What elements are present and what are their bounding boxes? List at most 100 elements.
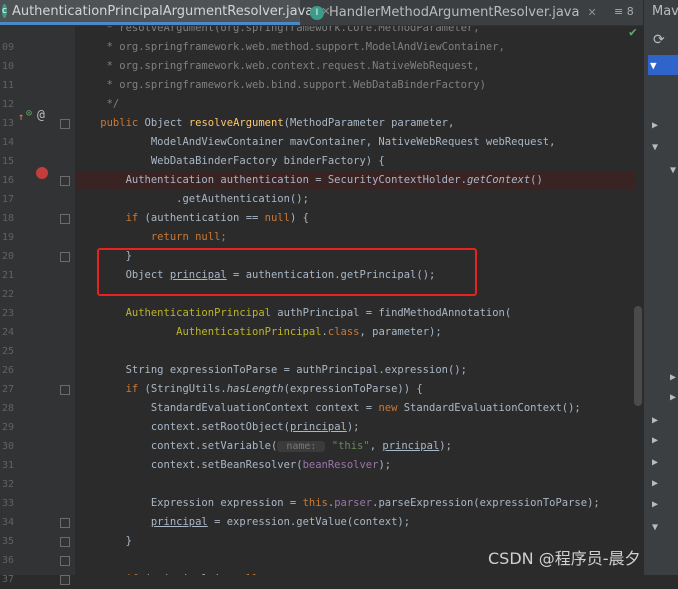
code-token: * org.springframework.web.bind.support.W… — [75, 79, 486, 91]
line-number: 32 — [1, 479, 14, 490]
code-token: AuthenticationPrincipal — [75, 307, 278, 319]
code-token: if — [75, 212, 145, 224]
code-line[interactable]: */ — [75, 95, 635, 114]
code-line[interactable]: public Object resolveArgument(MethodPara… — [75, 114, 635, 133]
code-line[interactable] — [75, 342, 635, 361]
code-token: beanResolver — [302, 459, 379, 471]
code-line[interactable]: String expressionToParse = authPrincipal… — [75, 361, 635, 380]
code-line[interactable]: AuthenticationPrincipal.class, parameter… — [75, 323, 635, 342]
code-token: WebDataBinderFactory binderFactory) { — [75, 155, 385, 167]
code-token: ; — [220, 231, 227, 243]
expand-arrow-icon[interactable]: ▼ — [652, 522, 658, 533]
maven-tool-window-label[interactable]: Mave — [652, 4, 678, 19]
code-line[interactable]: * org.springframework.web.method.support… — [75, 38, 635, 57]
collapse-arrow-icon[interactable]: ▶ — [652, 435, 658, 446]
collapse-arrow-icon[interactable]: ▶ — [652, 478, 658, 489]
code-line[interactable]: principal = expression.getValue(context)… — [75, 513, 635, 532]
fold-marker-icon[interactable] — [60, 385, 70, 395]
code-token: , parameter); — [359, 326, 442, 338]
line-number: 23 — [1, 308, 14, 319]
line-number: 19 — [1, 232, 14, 243]
collapse-arrow-icon[interactable]: ▶ — [652, 457, 658, 468]
collapse-arrow-icon[interactable]: ▶ — [652, 499, 658, 510]
code-token: return null — [75, 231, 221, 243]
override-marker-icon[interactable]: ↑ — [18, 112, 24, 123]
implements-marker-icon[interactable]: ⊙ — [26, 108, 32, 119]
line-number: 36 — [1, 555, 14, 566]
expand-arrow-icon[interactable]: ▼ — [650, 59, 657, 72]
expand-arrow-icon[interactable]: ▼ — [670, 165, 676, 176]
code-line[interactable]: WebDataBinderFactory binderFactory) { — [75, 152, 635, 171]
line-number: 30 — [1, 441, 14, 452]
code-line[interactable]: AuthenticationPrincipal authPrincipal = … — [75, 304, 635, 323]
vertical-scrollbar[interactable] — [634, 306, 642, 406]
code-line[interactable]: return null; — [75, 228, 635, 247]
editor-tab-bar: c AuthenticationPrincipalArgumentResolve… — [0, 0, 643, 26]
line-number: 26 — [1, 365, 14, 376]
expand-arrow-icon[interactable]: ▼ — [652, 142, 658, 153]
code-line[interactable]: ModelAndViewContainer mavContainer, Nati… — [75, 133, 635, 152]
collapse-arrow-icon[interactable]: ▶ — [652, 415, 658, 426]
tab-authentication-principal-argument-resolver[interactable]: c AuthenticationPrincipalArgumentResolve… — [0, 0, 331, 25]
tab-handler-method-argument-resolver[interactable]: I HandlerMethodArgumentResolver.java ✕ — [308, 0, 608, 25]
code-line[interactable]: context.setRootObject(principal); — [75, 418, 635, 437]
fold-marker-icon[interactable] — [60, 252, 70, 262]
collapse-arrow-icon[interactable]: ▶ — [652, 120, 658, 131]
refresh-icon[interactable]: ⟳ — [653, 32, 665, 48]
collapse-arrow-icon[interactable]: ▶ — [670, 372, 676, 383]
code-line[interactable]: .getAuthentication(); — [75, 190, 635, 209]
code-line[interactable]: * org.springframework.web.bind.support.W… — [75, 76, 635, 95]
code-token: Object — [144, 117, 189, 129]
code-line[interactable]: * org.springframework.web.context.reques… — [75, 57, 635, 76]
fold-marker-icon[interactable] — [60, 575, 70, 585]
code-token: , — [369, 440, 383, 452]
code-token: this — [302, 497, 328, 509]
fold-marker-icon[interactable] — [60, 214, 70, 224]
code-line[interactable]: * resolveArgument(org.springframework.co… — [75, 26, 635, 38]
close-icon[interactable]: ✕ — [587, 6, 596, 19]
line-number: 13 — [1, 118, 14, 129]
fold-marker-icon[interactable] — [60, 556, 70, 566]
code-line[interactable]: context.setVariable( name: "this", princ… — [75, 437, 635, 456]
line-number: 31 — [1, 460, 14, 471]
line-number: 28 — [1, 403, 14, 414]
java-class-icon: c — [2, 4, 7, 18]
fold-marker-icon[interactable] — [60, 518, 70, 528]
code-token: principal — [289, 421, 347, 433]
code-token: context.setVariable( — [75, 440, 278, 452]
code-line[interactable]: Authentication authentication = Security… — [75, 171, 635, 190]
tab-list-menu[interactable]: ≡ 8 — [614, 5, 634, 18]
line-number: 20 — [1, 251, 14, 262]
code-token: Authentication authentication = Security… — [75, 174, 467, 186]
fold-marker-icon[interactable] — [60, 537, 70, 547]
inspection-ok-icon[interactable]: ✔ — [629, 25, 637, 40]
code-line[interactable]: if (authentication == null) { — [75, 209, 635, 228]
code-token: * org.springframework.web.method.support… — [75, 41, 505, 53]
collapse-arrow-icon[interactable]: ▶ — [670, 392, 676, 403]
code-line[interactable]: StandardEvaluationContext context = new … — [75, 399, 635, 418]
code-line[interactable]: context.setBeanResolver(beanResolver); — [75, 456, 635, 475]
line-number: 22 — [1, 289, 14, 300]
line-number: 25 — [1, 346, 14, 357]
code-token: .parseExpression(expressionToParse); — [372, 497, 600, 509]
code-editor[interactable]: * resolveArgument(org.springframework.co… — [75, 26, 635, 575]
annotation-marker-icon: @ — [37, 108, 45, 123]
code-token: "this" — [325, 440, 370, 452]
watermark: CSDN @程序员-晨夕 — [488, 549, 641, 568]
code-token: StandardEvaluationContext(); — [403, 402, 581, 414]
line-number: 33 — [1, 498, 14, 509]
code-line[interactable] — [75, 475, 635, 494]
line-number: 11 — [1, 80, 14, 91]
code-line[interactable]: Expression expression = this.parser.pars… — [75, 494, 635, 513]
breakpoint-icon[interactable] — [36, 167, 48, 179]
line-number: 15 — [1, 156, 14, 167]
code-token: name: — [277, 441, 326, 452]
code-line[interactable]: if (StringUtils.hasLength(expressionToPa… — [75, 380, 635, 399]
line-number: 09 — [1, 42, 14, 53]
fold-marker-icon[interactable] — [60, 176, 70, 186]
line-number: 35 — [1, 536, 14, 547]
fold-marker-icon[interactable] — [60, 119, 70, 129]
line-number: 29 — [1, 422, 14, 433]
code-line[interactable]: if (principal != null — [75, 570, 635, 575]
